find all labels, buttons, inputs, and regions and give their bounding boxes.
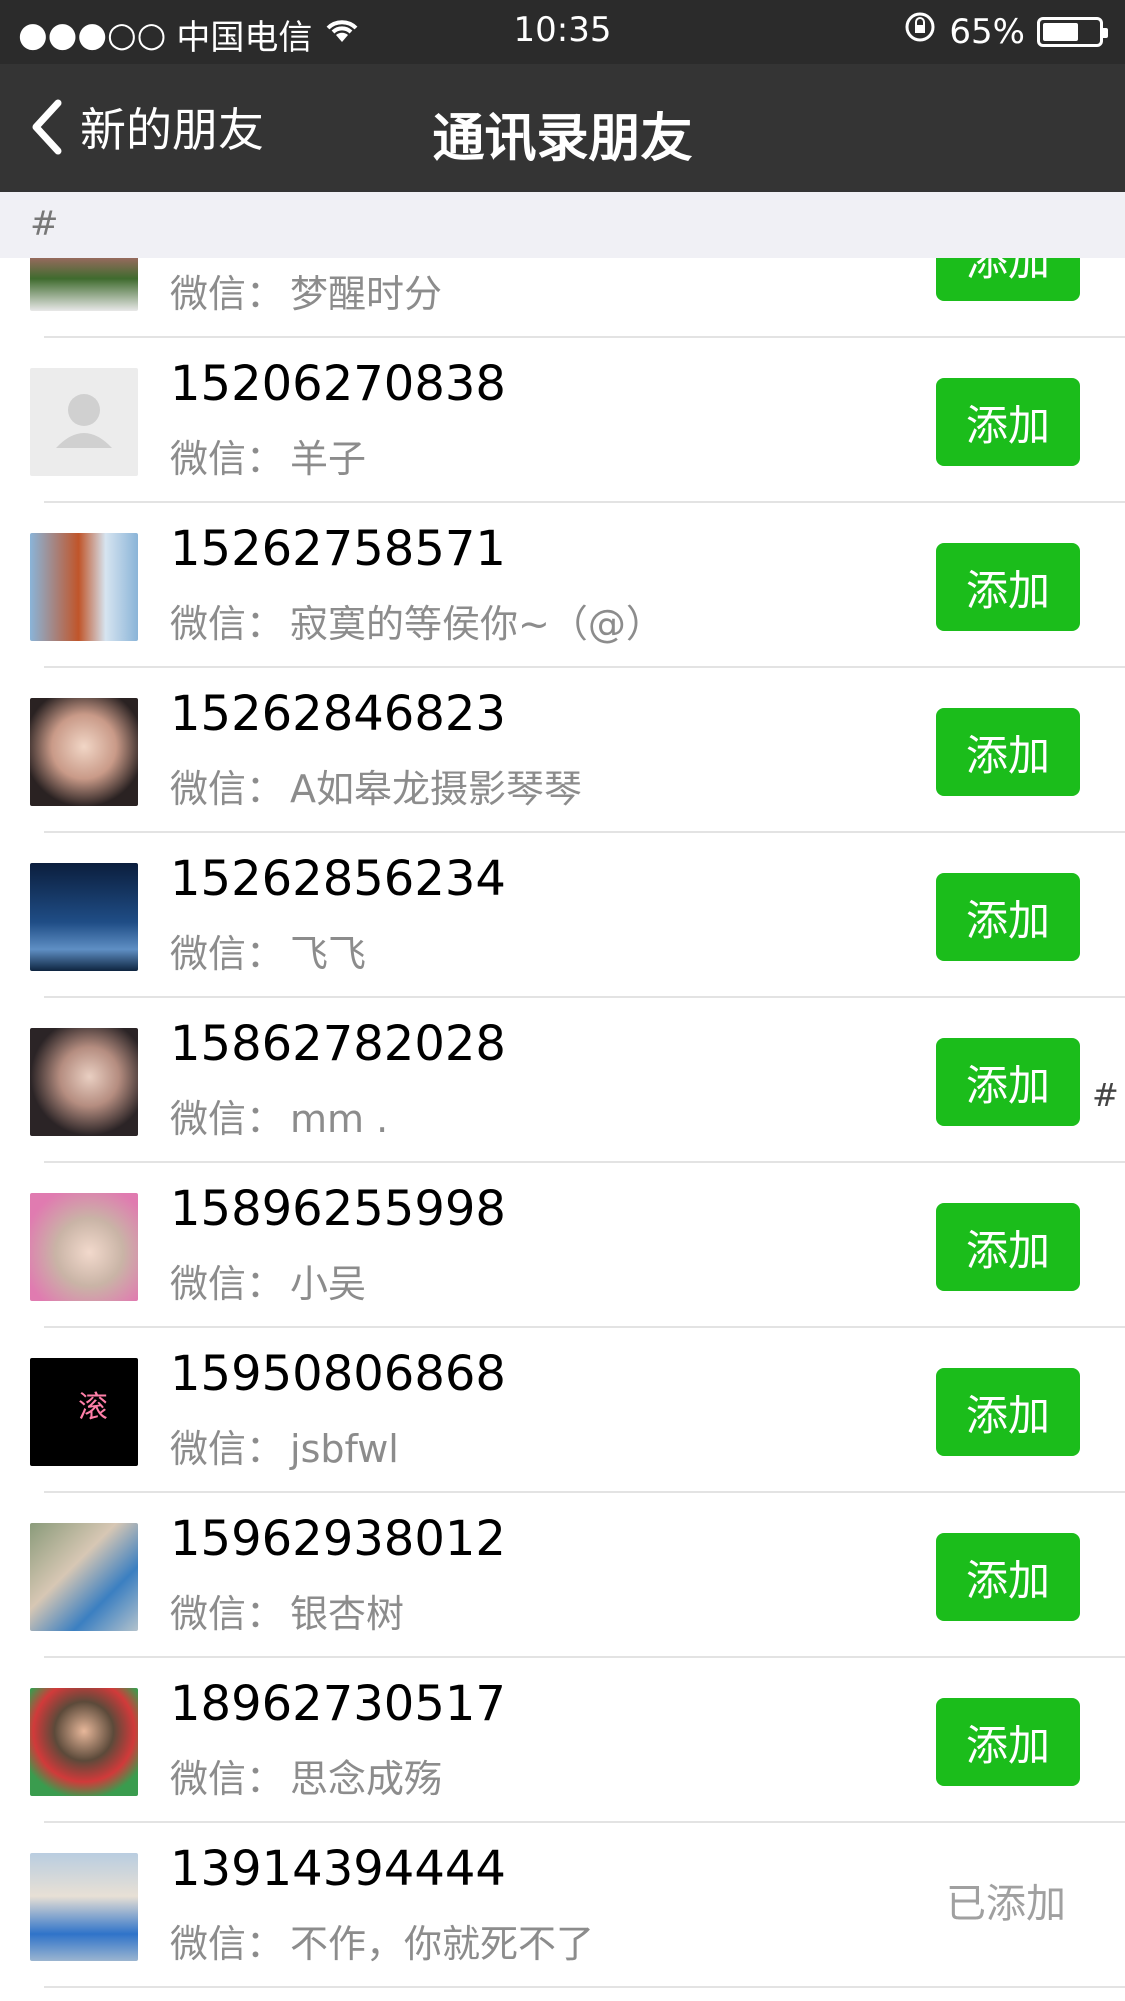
section-header-label: # bbox=[30, 204, 59, 244]
wechat-prefix: 微信： bbox=[170, 1592, 285, 1636]
page-title: 通讯录朋友 bbox=[432, 109, 693, 169]
wechat-name: 微信： mm . bbox=[170, 1088, 388, 1143]
contact-row[interactable]: 18962730517 微信： 思念成殇 添加 bbox=[0, 1658, 1125, 1823]
wechat-name: 微信： 不作，你就死不了 bbox=[170, 1913, 594, 1968]
wechat-name: 微信： 飞飞 bbox=[170, 923, 366, 978]
phone-number: 15896255998 bbox=[170, 1181, 506, 1237]
wechat-prefix: 微信： bbox=[170, 1262, 285, 1306]
avatar bbox=[30, 368, 138, 476]
add-button[interactable]: 添加 bbox=[936, 1698, 1080, 1786]
navigation-bar: 新的朋友 通讯录朋友 bbox=[0, 64, 1125, 192]
contact-row[interactable]: 15962938012 微信： 银杏树 添加 bbox=[0, 1493, 1125, 1658]
add-button[interactable]: 添加 bbox=[936, 1203, 1080, 1291]
wechat-name: 微信： A如皋龙摄影琴琴 bbox=[170, 758, 582, 813]
contact-row[interactable]: 15152766676微信：梦醒时分添加 bbox=[0, 258, 1125, 338]
add-button[interactable]: 添加 bbox=[936, 1038, 1080, 1126]
status-bar: ●●●○○ 中国电信 10:35 65% bbox=[0, 0, 1125, 64]
avatar: 滚 bbox=[30, 1358, 138, 1466]
wechat-prefix: 微信： bbox=[170, 1922, 285, 1966]
contact-row[interactable]: 15262856234 微信： 飞飞 添加 bbox=[0, 833, 1125, 998]
phone-number: 15862782028 bbox=[170, 1016, 506, 1072]
add-button[interactable]: 添加 bbox=[936, 1368, 1080, 1456]
contact-row[interactable]: 15896255998 微信： 小吴 添加 bbox=[0, 1163, 1125, 1328]
avatar-text: 滚 bbox=[78, 1390, 108, 1425]
avatar bbox=[30, 1853, 138, 1961]
phone-number: 13914394444 bbox=[170, 1841, 506, 1897]
wechat-prefix: 微信： bbox=[170, 767, 285, 811]
battery-percent: 65% bbox=[949, 11, 1025, 52]
wechat-value: jsbfwl bbox=[290, 1427, 399, 1471]
avatar bbox=[30, 533, 138, 641]
wechat-prefix: 微信： bbox=[170, 602, 285, 646]
rotation-lock-icon bbox=[903, 10, 937, 53]
wechat-value: 羊子 bbox=[290, 437, 367, 481]
wechat-name: 微信： 银杏树 bbox=[170, 1583, 404, 1638]
wechat-value: 飞飞 bbox=[290, 932, 367, 976]
wechat-name: 微信： 寂寞的等侯你~（@） bbox=[170, 593, 664, 648]
wechat-value: mm . bbox=[290, 1097, 389, 1141]
wechat-value: 梦醒时分 bbox=[290, 272, 443, 316]
wechat-prefix: 微信： bbox=[170, 1427, 285, 1471]
avatar bbox=[30, 863, 138, 971]
phone-number: 15950806868 bbox=[170, 1346, 506, 1402]
contact-row[interactable]: 15262758571 微信： 寂寞的等侯你~（@） 添加 bbox=[0, 503, 1125, 668]
avatar bbox=[30, 1193, 138, 1301]
section-header: # bbox=[0, 192, 1125, 258]
add-button[interactable]: 添加 bbox=[936, 258, 1080, 301]
battery-group: 65% bbox=[903, 10, 1108, 53]
wechat-name: 微信： jsbfwl bbox=[170, 1418, 399, 1473]
avatar bbox=[30, 258, 138, 311]
add-button[interactable]: 添加 bbox=[936, 1533, 1080, 1621]
wechat-value: 银杏树 bbox=[290, 1592, 405, 1636]
contact-row[interactable]: 15862782028 微信： mm . 添加 bbox=[0, 998, 1125, 1163]
contact-row[interactable]: 15262846823 微信： A如皋龙摄影琴琴 添加 bbox=[0, 668, 1125, 833]
wechat-name: 微信： 梦醒时分 bbox=[170, 263, 442, 318]
avatar bbox=[30, 1028, 138, 1136]
wechat-prefix: 微信： bbox=[170, 1757, 285, 1801]
wechat-value: A如皋龙摄影琴琴 bbox=[290, 767, 583, 811]
avatar bbox=[30, 698, 138, 806]
avatar bbox=[30, 1523, 138, 1631]
section-index-bar[interactable]: # bbox=[1092, 1076, 1119, 1114]
wechat-value: 小吴 bbox=[290, 1262, 367, 1306]
phone-number: 15206270838 bbox=[170, 356, 506, 412]
added-status: 已添加 bbox=[946, 1881, 1066, 1927]
avatar bbox=[30, 1688, 138, 1796]
row-divider bbox=[44, 1986, 1125, 1988]
add-button[interactable]: 添加 bbox=[936, 543, 1080, 631]
contact-row[interactable]: 15206270838 微信： 羊子 添加 bbox=[0, 338, 1125, 503]
wechat-value: 寂寞的等侯你~（@） bbox=[290, 602, 664, 646]
wechat-prefix: 微信： bbox=[170, 272, 285, 316]
add-button[interactable]: 添加 bbox=[936, 378, 1080, 466]
phone-number: 15962938012 bbox=[170, 1511, 506, 1567]
wechat-value: 思念成殇 bbox=[290, 1757, 443, 1801]
contact-row[interactable]: 13914394444 微信： 不作，你就死不了 已添加 bbox=[0, 1823, 1125, 1988]
wechat-value: 不作，你就死不了 bbox=[290, 1922, 595, 1966]
add-button[interactable]: 添加 bbox=[936, 708, 1080, 796]
contact-list: 15152766676微信：梦醒时分添加15206270838微信：羊子添加15… bbox=[0, 258, 1125, 2001]
phone-number: 15262856234 bbox=[170, 851, 506, 907]
phone-number: 15262846823 bbox=[170, 686, 506, 742]
wechat-name: 微信： 羊子 bbox=[170, 428, 366, 483]
contact-row[interactable]: 滚 15950806868 微信： jsbfwl 添加 bbox=[0, 1328, 1125, 1493]
phone-number: 18962730517 bbox=[170, 1676, 506, 1732]
battery-icon bbox=[1037, 16, 1108, 47]
phone-number: 15262758571 bbox=[170, 521, 506, 577]
wechat-prefix: 微信： bbox=[170, 1097, 285, 1141]
wechat-name: 微信： 思念成殇 bbox=[170, 1748, 442, 1803]
wechat-prefix: 微信： bbox=[170, 437, 285, 481]
wechat-name: 微信： 小吴 bbox=[170, 1253, 366, 1308]
wechat-prefix: 微信： bbox=[170, 932, 285, 976]
add-button[interactable]: 添加 bbox=[936, 873, 1080, 961]
